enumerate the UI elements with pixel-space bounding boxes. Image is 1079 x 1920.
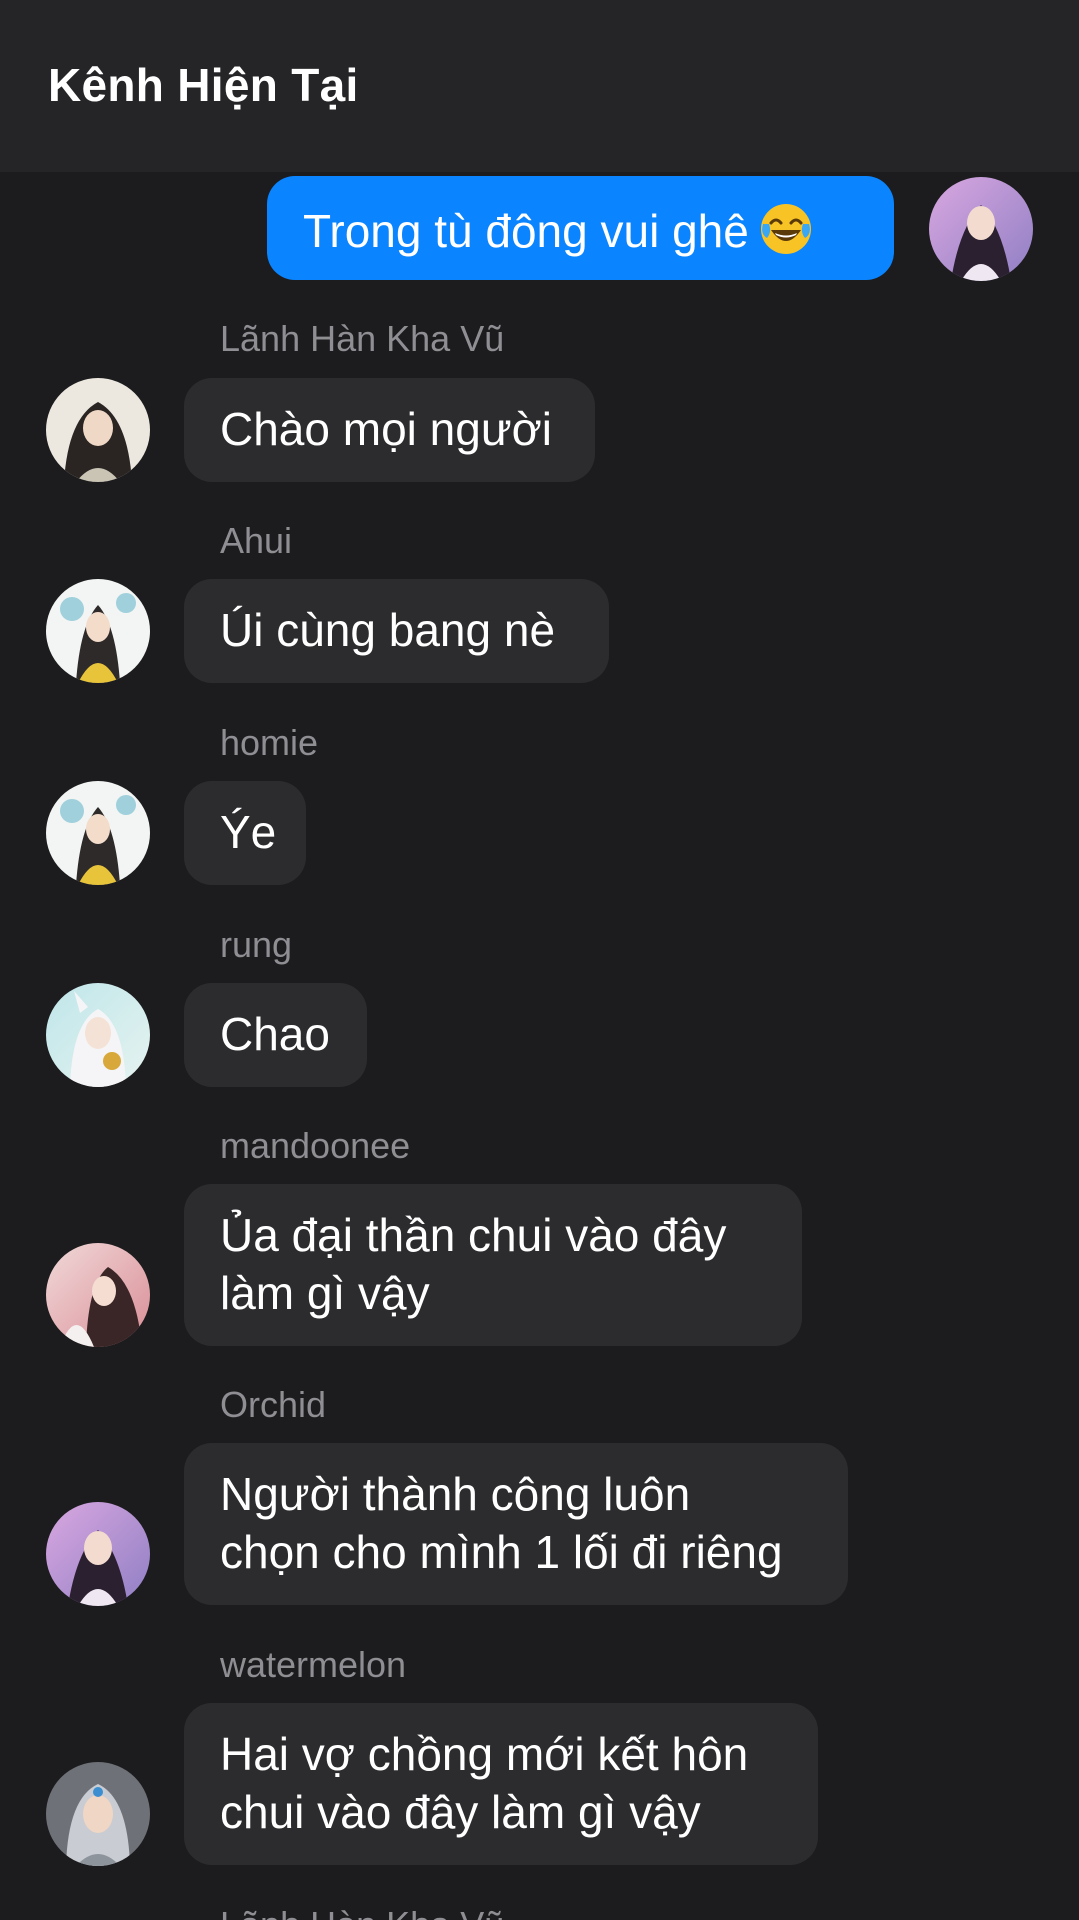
sender-name: Orchid [220,1384,327,1425]
sender-name: homie [220,722,319,763]
message-text-line: Ủa đại thần chui vào đây [220,1209,727,1261]
message-list[interactable]: Trong tù đông vui ghê Lãnh Hàn Kha Vũ Ch… [0,172,1079,1920]
avatar[interactable] [46,781,150,885]
avatar[interactable] [46,579,150,683]
message-text-line: Hai vợ chồng mới kết hôn [220,1728,749,1780]
message-bubble[interactable]: Ủa đại thần chui vào đây làm gì vậy [184,1184,802,1346]
channel-header: Kênh Hiện Tại [0,0,1079,172]
message-bubble[interactable]: Hai vợ chồng mới kết hôn chui vào đây là… [184,1703,818,1865]
message-text: Ýe [220,806,277,858]
message-bubble[interactable]: Người thành công luôn chọn cho mình 1 lố… [184,1443,848,1605]
message-text-line: chui vào đây làm gì vậy [220,1786,701,1838]
message-bubble[interactable]: Chao [184,983,367,1087]
avatar[interactable] [46,1243,150,1347]
message-bubble[interactable]: Chào mọi người [184,378,595,482]
message-bubble[interactable]: Ýe [184,781,306,885]
message-text-line: làm gì vậy [220,1267,430,1319]
avatar[interactable] [46,983,150,1087]
message-text: Úi cùng bang nè [220,604,556,656]
message-text: Trong tù đông vui ghê [303,205,749,257]
message-text-line: chọn cho mình 1 lối đi riêng [220,1526,783,1578]
sender-name: watermelon [220,1644,407,1685]
sender-name: Ahui [220,520,293,561]
outgoing-message-bubble[interactable]: Trong tù đông vui ghê [267,176,894,280]
message-text: Chao [220,1008,330,1060]
message-text-line: Người thành công luôn [220,1468,691,1520]
sender-name: rung [220,924,293,965]
message-text: Chào mọi người [220,403,552,455]
sender-name: Lãnh Hàn Kha Vũ [220,1904,504,1920]
sender-name: Lãnh Hàn Kha Vũ [220,318,505,359]
avatar[interactable] [46,1502,150,1606]
message-bubble[interactable]: Úi cùng bang nè [184,579,609,683]
avatar[interactable] [46,378,150,482]
my-avatar[interactable] [929,177,1033,281]
sender-name: mandoonee [220,1125,411,1166]
avatar[interactable] [46,1762,150,1866]
page-title: Kênh Hiện Tại [48,59,359,111]
face-with-tears-of-joy-emoji [760,204,811,254]
